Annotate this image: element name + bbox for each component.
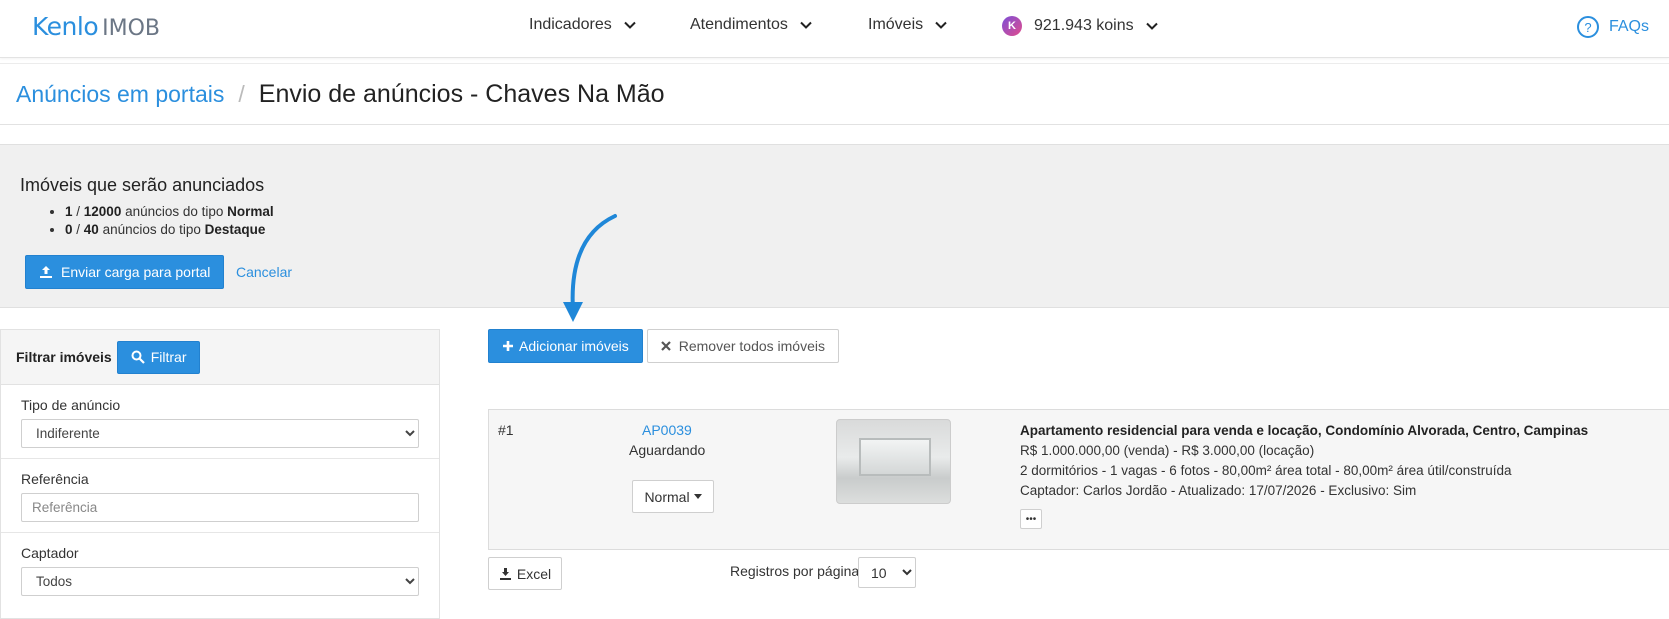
summary-item-normal: 1 / 12000 anúncios do tipo Normal <box>65 204 1669 219</box>
plus-icon <box>503 341 513 351</box>
thumbnail-window <box>859 438 931 476</box>
caret-down-icon <box>693 494 702 499</box>
page-title: Envio de anúncios - Chaves Na Mão <box>258 79 665 108</box>
field-captador: Captador Todos <box>1 533 439 606</box>
total-value: 40 <box>83 222 99 237</box>
list-item: #1 AP0039 Aguardando Normal Apartamento … <box>488 409 1669 550</box>
upload-icon <box>40 266 52 278</box>
status-text: Aguardando <box>629 442 706 458</box>
ad-type-dropdown[interactable]: Normal <box>632 480 714 513</box>
field-referencia: Referência <box>1 459 439 533</box>
faq-label: FAQs <box>1608 18 1649 35</box>
koins-balance: 921.943 koins <box>1034 17 1134 34</box>
kenlo-logo[interactable]: Kenlo IMOB <box>32 12 160 41</box>
excel-label: Excel <box>516 565 552 582</box>
count-value: 0 <box>65 222 73 237</box>
ad-type: Destaque <box>204 222 266 237</box>
chevron-down-icon <box>935 21 947 29</box>
per-page-label: Registros por página <box>730 563 860 579</box>
field-tipo-anuncio: Tipo de anúncio Indiferente <box>1 385 439 459</box>
send-to-portal-button[interactable]: Enviar carga para portal <box>25 255 225 289</box>
nav-indicadores[interactable]: Indicadores <box>529 16 638 34</box>
action-row: Adicionar imóveis Remover todos imóveis <box>488 329 839 363</box>
property-price: R$ 1.000.000,00 (venda) - R$ 3.000,00 (l… <box>1020 443 1315 458</box>
property-info: Apartamento residencial para venda e loc… <box>1020 421 1588 501</box>
remove-all-button[interactable]: Remover todos imóveis <box>646 329 839 363</box>
close-icon <box>660 341 671 351</box>
tipo-anuncio-select[interactable]: Indiferente <box>21 419 419 448</box>
captador-label: Captador <box>21 545 79 561</box>
summary-list: 1 / 12000 anúncios do tipo Normal 0 / 40… <box>65 204 1669 237</box>
remove-all-label: Remover todos imóveis <box>678 338 825 354</box>
excel-export-button[interactable]: Excel <box>488 557 562 590</box>
logo-main-text: Kenlo <box>32 12 99 41</box>
summary-title: Imóveis que serão anunciados <box>20 175 265 195</box>
total-value: 12000 <box>83 204 122 219</box>
nav-indicadores-label: Indicadores <box>529 16 612 33</box>
nav-atendimentos-label: Atendimentos <box>690 16 788 33</box>
breadcrumb-separator: / <box>238 80 245 107</box>
per-page-select[interactable]: 10 <box>858 557 916 588</box>
nav-koins[interactable]: K 921.943 koins <box>1002 16 1160 36</box>
annotation-arrow-icon <box>563 214 617 322</box>
search-icon <box>131 350 145 364</box>
property-ref-link[interactable]: AP0039 <box>642 422 692 438</box>
summary-item-destaque: 0 / 40 anúncios do tipo Destaque <box>65 222 1669 237</box>
filter-header: Filtrar imóveis Filtrar <box>1 330 439 385</box>
property-title: Apartamento residencial para venda e loc… <box>1020 423 1589 438</box>
nav-imoveis[interactable]: Imóveis <box>868 16 949 34</box>
item-number: #1 <box>498 422 514 438</box>
download-icon <box>499 568 511 580</box>
filter-title: Filtrar imóveis <box>16 349 112 365</box>
referencia-label: Referência <box>21 471 89 487</box>
filter-button-label: Filtrar <box>150 349 187 365</box>
count-separator: / <box>72 222 84 237</box>
property-meta: Captador: Carlos Jordão - Atualizado: 17… <box>1020 483 1417 498</box>
property-thumbnail[interactable] <box>836 419 951 504</box>
ad-type: Normal <box>227 204 274 219</box>
breadcrumb: Anúncios em portais / Envio de anúncios … <box>0 63 1669 125</box>
faq-link[interactable]: ? FAQs <box>1576 16 1649 38</box>
koins-icon: K <box>1002 16 1022 36</box>
nav-atendimentos[interactable]: Atendimentos <box>690 16 814 34</box>
cancel-link[interactable]: Cancelar <box>236 264 292 280</box>
item-text: anúncios do tipo <box>98 222 205 237</box>
logo-sub-text: IMOB <box>102 16 161 41</box>
top-navbar: Kenlo IMOB Indicadores Atendimentos Imóv… <box>0 0 1669 58</box>
count-separator: / <box>72 204 84 219</box>
ad-type-value: Normal <box>644 488 690 505</box>
send-to-portal-label: Enviar carga para portal <box>61 264 211 280</box>
item-text: anúncios do tipo <box>121 204 228 219</box>
captador-select[interactable]: Todos <box>21 567 419 596</box>
chevron-down-icon <box>624 21 636 29</box>
chevron-down-icon <box>1145 22 1158 30</box>
add-properties-button[interactable]: Adicionar imóveis <box>488 329 643 363</box>
referencia-input[interactable] <box>21 493 419 522</box>
filter-button[interactable]: Filtrar <box>116 340 201 374</box>
count-value: 1 <box>65 204 73 219</box>
chevron-down-icon <box>800 21 812 29</box>
property-details: 2 dormitórios - 1 vagas - 6 fotos - 80,0… <box>1020 463 1512 478</box>
summary-panel: Imóveis que serão anunciados 1 / 12000 a… <box>0 144 1669 308</box>
add-properties-label: Adicionar imóveis <box>519 338 629 354</box>
more-options-button[interactable]: ••• <box>1020 509 1042 529</box>
tipo-anuncio-label: Tipo de anúncio <box>21 397 121 413</box>
nav-imoveis-label: Imóveis <box>868 16 924 33</box>
help-icon: ? <box>1576 16 1599 38</box>
breadcrumb-parent-link[interactable]: Anúncios em portais <box>16 81 224 108</box>
filter-panel: Filtrar imóveis Filtrar Tipo de anúncio … <box>0 329 440 619</box>
